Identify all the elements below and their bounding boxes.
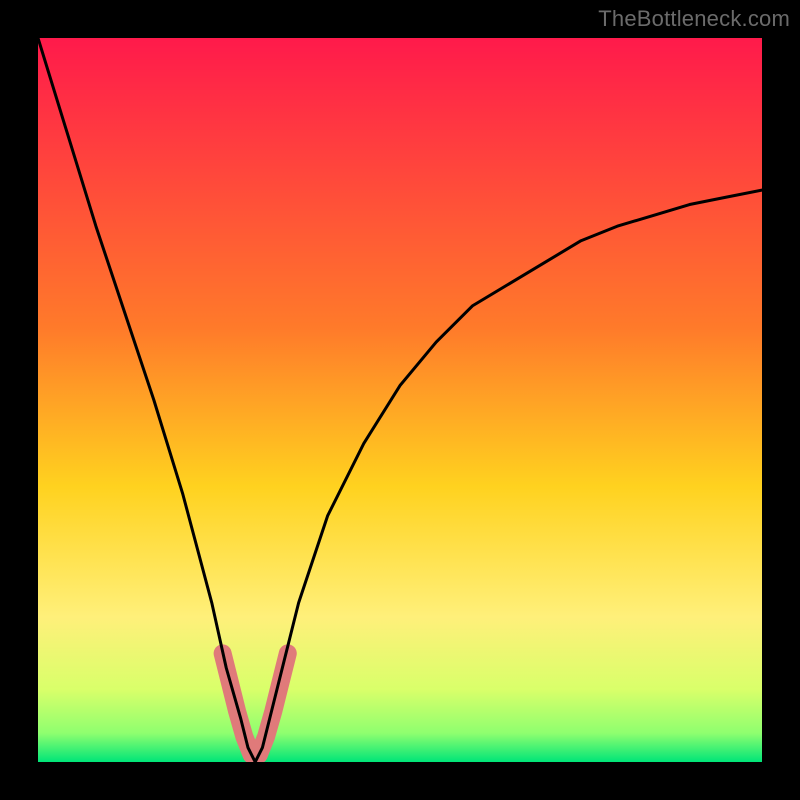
watermark-text: TheBottleneck.com	[598, 6, 790, 32]
chart-frame: TheBottleneck.com	[0, 0, 800, 800]
gradient-background	[38, 38, 762, 762]
chart-svg	[38, 38, 762, 762]
plot-area	[38, 38, 762, 762]
